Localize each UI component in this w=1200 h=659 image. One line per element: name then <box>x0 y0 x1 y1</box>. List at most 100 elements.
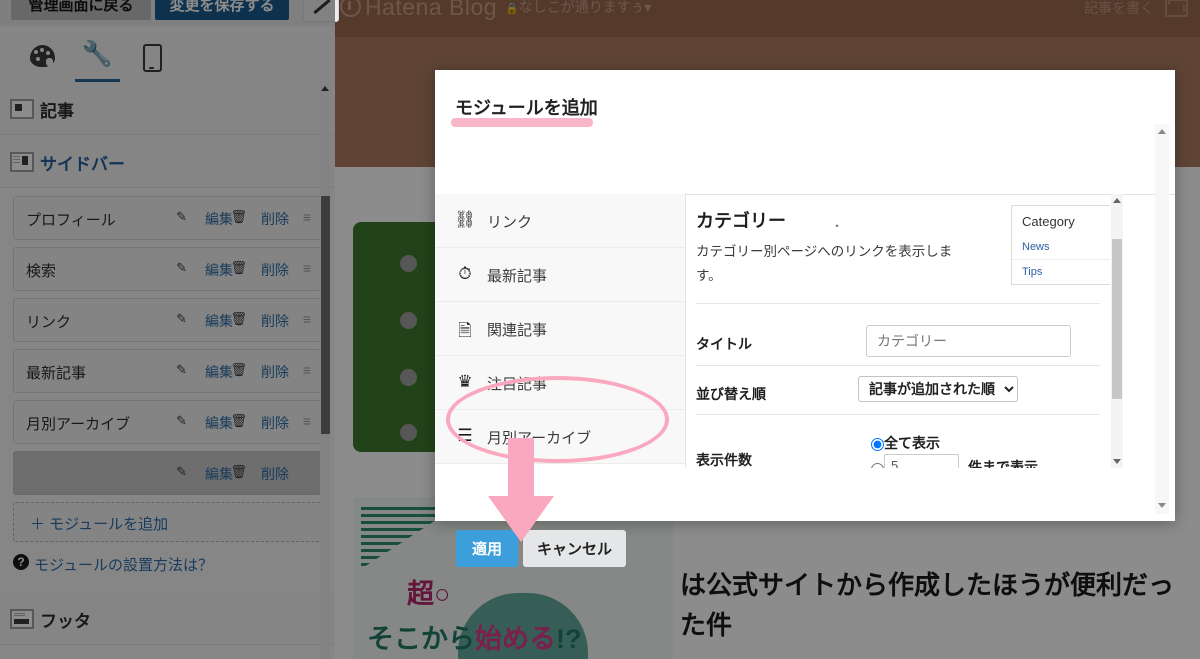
drag-handle-icon[interactable]: ≡ <box>303 362 311 378</box>
edit-link[interactable]: 編集 <box>205 362 233 382</box>
module-option-label: 注目記事 <box>487 376 548 393</box>
section-footer[interactable]: フッタ <box>0 592 335 645</box>
module-name: 月別アーカイブ <box>26 416 131 433</box>
tab-design[interactable] <box>15 31 70 82</box>
count-suffix-label: 件まで表示 <box>968 459 1038 468</box>
delete-link[interactable]: 削除 <box>261 311 289 331</box>
module-option-link[interactable]: ⛓ リンク <box>435 194 685 248</box>
save-changes-button[interactable]: 変更を保存する <box>155 0 289 20</box>
back-to-admin-button[interactable]: 管理画面に戻る <box>11 0 151 20</box>
module-option-label: 関連記事 <box>487 322 548 339</box>
screen: Hatena Blog 🔒なしこが通りますぅ▾ 記事を書く 超○ そこから始める… <box>0 0 1200 659</box>
module-name: リンク <box>26 314 72 331</box>
delete-link[interactable]: 削除 <box>261 260 289 280</box>
module-option-label: 最新記事 <box>487 268 548 285</box>
article-layout-icon <box>10 99 34 119</box>
scroll-down-icon[interactable] <box>1113 459 1121 464</box>
scrollbar-thumb[interactable] <box>321 196 330 434</box>
detail-description: カテゴリー別ページへのリンクを表示します。 <box>696 244 953 283</box>
trash-icon: 🗑 <box>230 413 247 428</box>
pencil-icon: ✎ <box>176 464 187 479</box>
module-list: プロフィール ✎ 編集 🗑 削除 ≡ 検索 ✎ 編集 🗑 削除 ≡ リンク ✎ … <box>0 188 335 495</box>
list-item[interactable]: 月別アーカイブ ✎ 編集 🗑 削除 ≡ <box>13 400 322 444</box>
question-mark-icon: ? <box>13 554 29 570</box>
title-field-label: タイトル <box>696 336 752 352</box>
section-article-label: 記事 <box>40 102 74 121</box>
module-type-list[interactable]: ⛓ リンク ⏱ 最新記事 🗎 関連記事 ♛ 注目記事 ☰ 月別アーカイブ ▰ カ… <box>435 194 686 468</box>
section-sidebar[interactable]: サイドバー <box>0 135 335 188</box>
section-article[interactable]: 記事 <box>0 82 335 135</box>
preview-link: Tips <box>1012 259 1110 284</box>
edit-link[interactable]: 編集 <box>205 413 233 433</box>
pencil-icon: ✎ <box>176 311 187 326</box>
drag-handle-icon[interactable]: ≡ <box>303 311 311 327</box>
add-module-button[interactable]: ＋ モジュールを追加 <box>13 502 322 542</box>
section-sidebar-label: サイドバー <box>40 155 125 174</box>
preview-link: News <box>1022 241 1050 253</box>
footer-layout-icon <box>10 609 34 629</box>
count-input[interactable] <box>884 454 959 468</box>
edit-link[interactable]: 編集 <box>205 311 233 331</box>
sidebar-scrollbar[interactable] <box>320 84 330 659</box>
scroll-down-icon[interactable] <box>1158 503 1166 508</box>
module-option-latest-entries[interactable]: ⏱ 最新記事 <box>435 248 685 302</box>
show-all-label: 全て表示 <box>884 435 940 451</box>
delete-link[interactable]: 削除 <box>261 362 289 382</box>
tab-mobile[interactable] <box>125 31 180 82</box>
delete-link[interactable]: 削除 <box>261 209 289 229</box>
preview-heading: Category <box>1022 214 1075 229</box>
title-input[interactable] <box>866 325 1071 357</box>
edit-link[interactable]: 編集 <box>205 209 233 229</box>
delete-link[interactable]: 削除 <box>261 413 289 433</box>
delete-link[interactable]: 削除 <box>261 464 289 484</box>
drag-handle-icon[interactable]: ≡ <box>303 209 311 225</box>
apply-button[interactable]: 適用 <box>456 530 518 567</box>
list-item[interactable]: 最新記事 ✎ 編集 🗑 削除 ≡ <box>13 349 322 393</box>
document-icon: 🗎 <box>458 321 472 340</box>
drag-handle-icon[interactable]: ≡ <box>303 260 311 276</box>
trash-icon: 🗑 <box>230 209 247 224</box>
sidebar-scroll-area: 記事 サイドバー プロフィール ✎ 編集 🗑 削除 ≡ 検索 ✎ 編集 🗑 削除… <box>0 82 335 659</box>
crown-icon: ♛ <box>457 372 473 391</box>
pencil-icon: ✎ <box>176 362 187 377</box>
module-name: 最新記事 <box>26 365 87 382</box>
module-option-featured-entries[interactable]: ♛ 注目記事 <box>435 356 685 410</box>
detail-title-dot: ・ <box>831 219 844 233</box>
cancel-button[interactable]: キャンセル <box>523 530 626 567</box>
add-module-label: ＋ モジュールを追加 <box>30 516 169 533</box>
scrollbar-thumb[interactable] <box>1112 239 1122 399</box>
scroll-up-icon[interactable] <box>1158 129 1166 134</box>
module-option-category[interactable]: ▰ カテゴリー <box>435 464 685 468</box>
customize-sidebar: 管理画面に戻る 変更を保存する 🔧 記事 サイドバー プロフィール ✎ 編集 🗑… <box>0 0 339 659</box>
sidebar-tabs: 🔧 <box>0 31 335 83</box>
trash-icon: 🗑 <box>230 311 247 326</box>
scroll-up-icon[interactable] <box>1113 198 1121 203</box>
stopwatch-icon: ⏱ <box>458 264 472 283</box>
pencil-icon: ✎ <box>176 260 187 275</box>
module-option-related-entries[interactable]: 🗎 関連記事 <box>435 302 685 356</box>
module-preview: Category News Tips <box>1011 205 1110 285</box>
drag-handle-icon[interactable]: ≡ <box>303 413 311 429</box>
list-item[interactable]: プロフィール ✎ 編集 🗑 削除 ≡ <box>13 196 322 240</box>
close-panel-button[interactable] <box>303 0 339 22</box>
detail-title: カテゴリー <box>696 211 786 231</box>
show-all-radio[interactable] <box>871 438 884 451</box>
module-list-scrollbar[interactable] <box>1111 194 1123 468</box>
module-option-label: リンク <box>487 214 533 231</box>
scroll-up-icon[interactable] <box>321 86 329 91</box>
add-module-dialog: モジュールを追加 ⛓ リンク ⏱ 最新記事 🗎 関連記事 ♛ 注目記事 ☰ 月別… <box>435 70 1175 567</box>
list-item[interactable]: ✎ 編集 🗑 削除 <box>13 451 322 495</box>
tab-customize[interactable]: 🔧 <box>70 31 125 82</box>
how-to-install-help[interactable]: ? モジュールの設置方法は？ <box>13 552 335 580</box>
limit-count-radio[interactable] <box>871 463 884 468</box>
list-item[interactable]: 検索 ✎ 編集 🗑 削除 ≡ <box>13 247 322 291</box>
list-icon: ☰ <box>457 426 473 445</box>
sort-order-select[interactable]: 記事が追加された順 名前順 <box>858 376 1018 402</box>
edit-link[interactable]: 編集 <box>205 260 233 280</box>
module-name: 検索 <box>26 263 57 280</box>
module-option-monthly-archive[interactable]: ☰ 月別アーカイブ <box>435 410 685 464</box>
help-label[interactable]: モジュールの設置方法は？ <box>34 554 213 575</box>
detail-pane-scrollbar[interactable] <box>1155 124 1169 514</box>
edit-link[interactable]: 編集 <box>205 464 233 484</box>
list-item[interactable]: リンク ✎ 編集 🗑 削除 ≡ <box>13 298 322 342</box>
